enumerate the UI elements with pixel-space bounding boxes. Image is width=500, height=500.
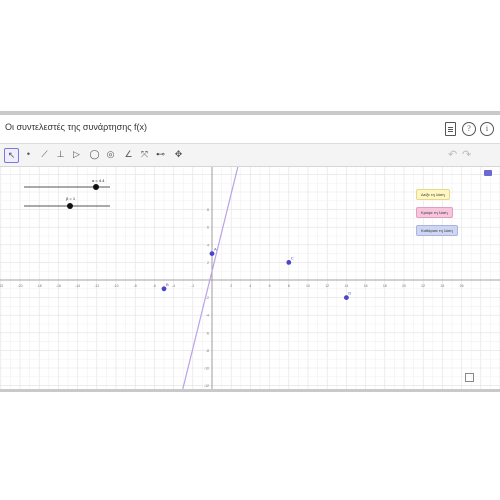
coordinate-plane[interactable]: -22-20-18-16-14-12-10-8-6-4-224681012141… [0,167,500,389]
x-tick-label: -16 [56,284,61,288]
point-label: D [348,291,351,296]
y-tick-label: -2 [206,296,209,300]
point-marker[interactable] [161,286,167,292]
info-icon[interactable]: i [480,122,494,136]
document-icon[interactable] [445,122,456,136]
slider-label: β = 1 [66,196,76,201]
x-tick-label: -6 [153,284,156,288]
slider-knob[interactable] [93,184,99,190]
x-tick-label: 24 [440,284,444,288]
angle-tool-icon[interactable]: ∠ [122,148,135,161]
point-marker[interactable] [344,295,349,300]
point-D[interactable]: D [344,291,351,300]
x-tick-label: 4 [249,284,251,288]
y-tick-label: 2 [207,261,209,265]
circle-tool-icon[interactable]: ◯ [88,148,101,161]
point-C[interactable]: C [286,255,294,265]
x-tick-label: 20 [402,284,406,288]
point-tool-icon[interactable]: • [22,148,35,161]
clear-solution-button[interactable]: Καθάρισε τη λύση [416,225,458,236]
y-tick-label: -8 [206,349,209,353]
line-tool-icon[interactable]: ⟋ [38,148,51,161]
reflect-tool-icon[interactable]: ⤧ [138,148,151,161]
point-label: B [166,282,169,287]
applet-title: Οι συντελεστές της συνάρτησης f(x) [5,122,148,132]
x-tick-label: -14 [75,284,80,288]
point-label: C [291,255,294,260]
header-icons: ? i [445,122,494,136]
y-tick-label: 6 [207,226,209,230]
x-tick-label: 16 [364,284,368,288]
x-tick-label: -8 [134,284,137,288]
x-tick-label: -10 [113,284,118,288]
applet-header: Οι συντελεστές της συνάρτησης f(x) ? i [0,115,500,144]
show-solution-button[interactable]: Δείξε τη λύση [416,189,450,200]
fullscreen-icon[interactable] [465,373,474,382]
x-tick-label: 14 [344,284,348,288]
x-tick-label: 8 [288,284,290,288]
bottom-divider [0,389,500,392]
y-tick-label: -6 [206,331,209,335]
x-tick-label: -18 [37,284,42,288]
style-bar-icon[interactable] [484,170,492,176]
point-B[interactable]: B [161,282,169,292]
help-icon[interactable]: ? [462,122,476,136]
x-tick-label: 26 [460,284,464,288]
y-tick-label: -4 [206,314,209,318]
x-tick-label: 6 [269,284,271,288]
perpendicular-tool-icon[interactable]: ⊥ [54,148,67,161]
hide-solution-button[interactable]: Κρύψε τη λύση [416,207,453,218]
toolbar: ↖ • ⟋ ⊥ ▷ ◯ ◎ ∠ ⤧ ⊷ ✥ ↶ ↷ [0,144,500,167]
slider-tool-icon[interactable]: ⊷ [154,148,167,161]
move-view-icon[interactable]: ✥ [172,148,185,161]
graphics-view[interactable]: -22-20-18-16-14-12-10-8-6-4-224681012141… [0,167,500,389]
y-tick-label: -10 [204,367,209,371]
x-tick-label: -4 [172,284,175,288]
x-tick-label: 12 [325,284,329,288]
point-marker[interactable] [209,251,215,256]
y-tick-label: 4 [207,243,209,247]
undo-icon[interactable]: ↶ [448,148,457,161]
point-marker[interactable] [286,260,292,265]
slider-knob[interactable] [67,203,73,209]
y-tick-label: -12 [204,384,209,388]
x-tick-label: 18 [383,284,387,288]
circle-three-points-icon[interactable]: ◎ [104,148,117,161]
redo-icon[interactable]: ↷ [462,148,471,161]
slider-label: α = 4.4 [92,178,105,183]
x-tick-label: -20 [17,284,22,288]
x-tick-label: -22 [0,284,3,288]
x-tick-label: 10 [306,284,310,288]
polygon-tool-icon[interactable]: ▷ [70,148,83,161]
x-tick-label: 2 [230,284,232,288]
y-tick-label: 8 [207,208,209,212]
x-tick-label: -12 [94,284,99,288]
x-tick-label: -2 [191,284,194,288]
point-label: A [214,247,217,252]
move-tool-icon[interactable]: ↖ [4,148,19,163]
x-tick-label: 22 [421,284,425,288]
